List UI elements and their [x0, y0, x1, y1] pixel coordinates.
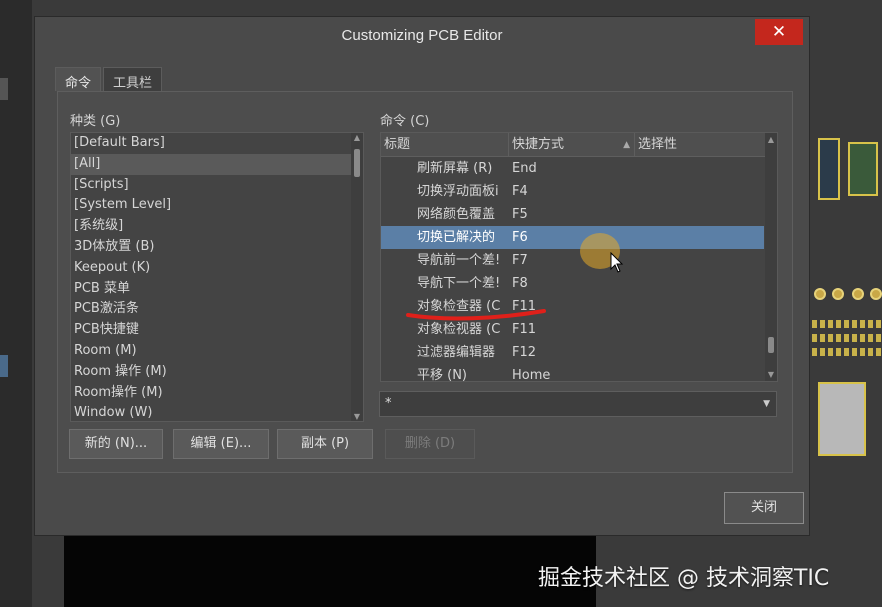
copy-command-button[interactable]: 副本 (P): [277, 429, 373, 459]
command-shortcut-cell: End: [512, 161, 537, 176]
categories-label: 种类 (G): [70, 114, 121, 129]
table-row[interactable]: 切换已解决的 F6: [381, 226, 764, 249]
pcb-component: [818, 138, 840, 200]
categories-list[interactable]: [Default Bars] [All] [Scripts] [System Leve…: [70, 132, 364, 422]
command-title-cell: 网络颜色覆盖: [417, 207, 496, 222]
tab-commands[interactable]: 命令: [55, 67, 102, 91]
category-list-item[interactable]: [System Level]: [71, 195, 363, 216]
sort-caret-icon: ▲: [623, 140, 630, 150]
pcb-pad-row: [812, 320, 882, 328]
background-marker: [0, 355, 8, 377]
background-app-sidebar: [0, 0, 32, 607]
category-list-item[interactable]: Room 操作 (M): [71, 362, 363, 383]
pcb-component: [818, 382, 866, 456]
pcb-pad: [832, 288, 844, 300]
scroll-up-icon[interactable]: ▲: [765, 135, 777, 144]
category-list-item[interactable]: [系统级]: [71, 216, 363, 237]
tab-toolbars[interactable]: 工具栏: [103, 67, 163, 91]
category-list-item[interactable]: [Scripts]: [71, 175, 363, 196]
commands-scrollbar[interactable]: ▲ ▼: [765, 133, 777, 381]
category-list-item[interactable]: PCB快捷键: [71, 320, 363, 341]
dialog-title: Customizing PCB Editor: [341, 27, 503, 44]
command-title-cell: 导航下一个差!: [417, 276, 501, 291]
scroll-down-icon[interactable]: ▼: [351, 412, 363, 421]
watermark-text: 掘金技术社区 @ 技术洞察TIC: [538, 566, 830, 591]
command-shortcut-cell: Home: [512, 368, 551, 382]
column-header-selectivity[interactable]: 选择性: [635, 133, 765, 156]
background-pcb-view: [808, 120, 882, 460]
mouse-cursor-icon: [610, 252, 624, 273]
category-list-item[interactable]: Room (M): [71, 341, 363, 362]
category-list-item[interactable]: 3D体放置 (B): [71, 237, 363, 258]
category-list-item[interactable]: PCB 菜单: [71, 279, 363, 300]
table-row[interactable]: 导航前一个差! F7: [381, 249, 777, 272]
categories-scrollbar[interactable]: ▲ ▼: [351, 133, 363, 421]
category-list-item[interactable]: [Default Bars]: [71, 133, 363, 154]
command-shortcut-cell: F5: [512, 207, 528, 222]
command-shortcut-cell: F8: [512, 276, 528, 291]
category-list-item[interactable]: Keepout (K): [71, 258, 363, 279]
edit-command-button[interactable]: 编辑 (E)...: [173, 429, 269, 459]
command-shortcut-cell: F12: [512, 345, 537, 360]
command-title-cell: 导航前一个差!: [417, 253, 501, 268]
pcb-pad: [814, 288, 826, 300]
column-header-shortcut-label: 快捷方式: [512, 137, 565, 152]
scrollbar-thumb[interactable]: [354, 149, 360, 177]
command-title-cell: 刷新屏幕 (R): [417, 161, 493, 176]
command-title-cell: 平移 (N): [417, 368, 468, 382]
category-list-item[interactable]: PCB激活条: [71, 299, 363, 320]
chevron-down-icon[interactable]: ▼: [763, 392, 770, 416]
table-row[interactable]: 刷新屏幕 (R) End: [381, 157, 777, 180]
pcb-pad-row: [812, 334, 882, 342]
close-dialog-button[interactable]: 关闭: [724, 492, 804, 524]
scroll-down-icon[interactable]: ▼: [765, 370, 777, 379]
table-row[interactable]: 导航下一个差! F8: [381, 272, 777, 295]
dialog-titlebar[interactable]: Customizing PCB Editor ✕: [35, 17, 809, 55]
column-header-shortcut[interactable]: 快捷方式 ▲: [509, 133, 635, 156]
pcb-pad-row: [812, 348, 882, 356]
category-list-item[interactable]: [All]: [71, 153, 363, 175]
command-shortcut-cell: F4: [512, 184, 528, 199]
command-title-cell: 切换已解决的: [417, 230, 496, 245]
background-marker: [0, 78, 8, 100]
command-title-cell: 过滤器编辑器: [417, 345, 496, 360]
category-list-item[interactable]: Window (W): [71, 403, 363, 424]
command-filter-select[interactable]: * ▼: [379, 391, 777, 417]
commands-label: 命令 (C): [380, 114, 430, 129]
pcb-pad: [852, 288, 864, 300]
table-header: 标题 快捷方式 ▲ 选择性: [381, 133, 777, 157]
table-row[interactable]: 切换浮动面板i F4: [381, 180, 777, 203]
commands-table[interactable]: 标题 快捷方式 ▲ 选择性 刷新屏幕 (R) End 切换浮动面板i F4 网络颜色覆盖…: [380, 132, 778, 382]
tab-bar: 命令 工具栏: [55, 67, 164, 91]
customizing-dialog: Customizing PCB Editor ✕ 命令 工具栏 种类 (G) 命…: [34, 16, 810, 536]
delete-command-button: 删除 (D): [385, 429, 475, 459]
table-row[interactable]: 过滤器编辑器 F12: [381, 341, 777, 364]
pcb-pad: [870, 288, 882, 300]
red-underline-annotation: [406, 309, 546, 321]
category-list-item[interactable]: Room操作 (M): [71, 383, 363, 404]
command-filter-value: *: [385, 396, 392, 411]
background-dark-area: [64, 536, 596, 607]
table-row[interactable]: 网络颜色覆盖 F5: [381, 203, 777, 226]
column-header-title[interactable]: 标题: [381, 133, 509, 156]
command-title-cell: 切换浮动面板i: [417, 184, 499, 199]
new-command-button[interactable]: 新的 (N)...: [69, 429, 163, 459]
scroll-up-icon[interactable]: ▲: [351, 133, 363, 142]
pcb-component: [848, 142, 878, 196]
close-icon[interactable]: ✕: [755, 19, 803, 45]
table-row[interactable]: 平移 (N) Home: [381, 364, 777, 382]
scrollbar-thumb[interactable]: [768, 337, 774, 353]
